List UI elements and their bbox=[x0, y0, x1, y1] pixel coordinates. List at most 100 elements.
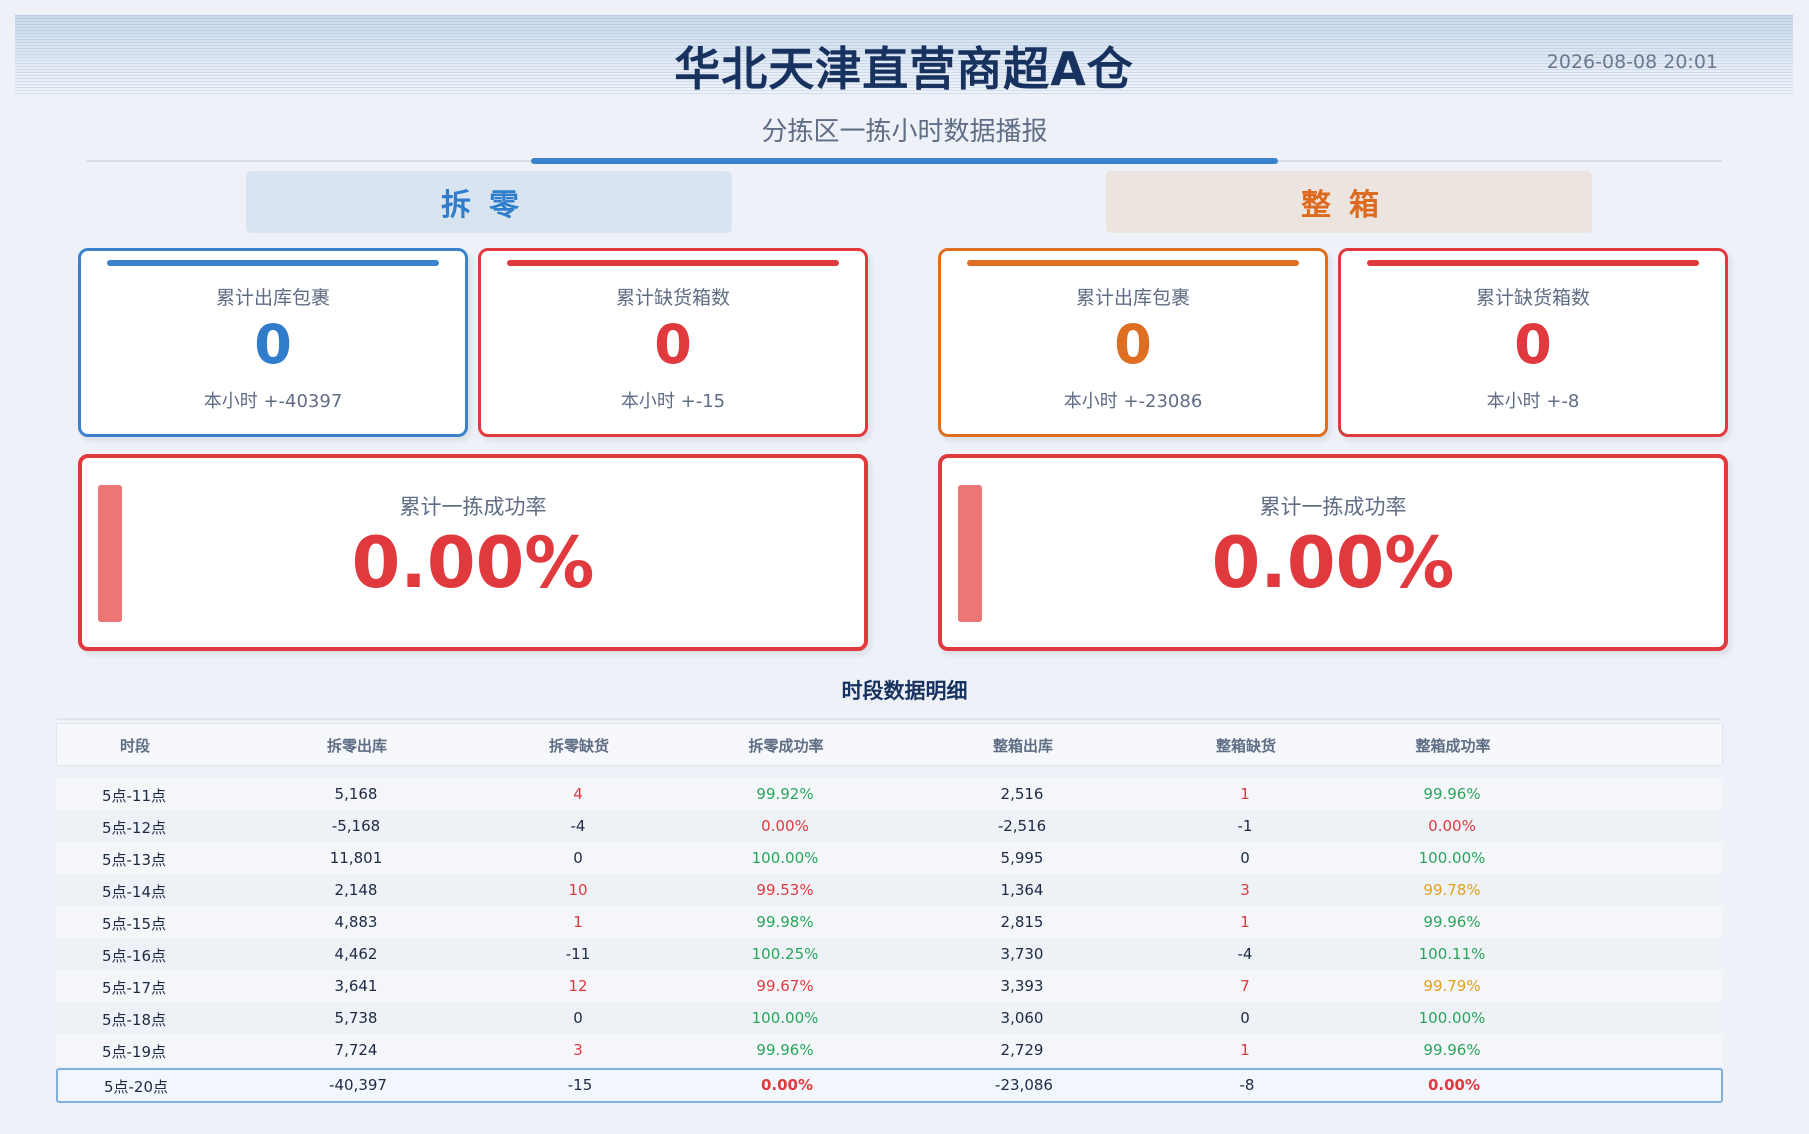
table-row: 5点-18点 5,738 0 100.00% 3,060 0 100.00% bbox=[56, 1002, 1723, 1034]
cell-chailing-shortage: 4 bbox=[573, 785, 583, 803]
cell-zhengxiang-outbound: 3,730 bbox=[1000, 945, 1044, 963]
cell-zhengxiang-shortage: -8 bbox=[1239, 1076, 1255, 1094]
table-divider bbox=[57, 718, 1721, 720]
cell-chailing-shortage: 0 bbox=[573, 1009, 583, 1027]
card-value: 0 bbox=[654, 313, 692, 376]
cell-chailing-shortage: 10 bbox=[568, 881, 588, 899]
cell-zhengxiang-rate: 100.00% bbox=[1418, 849, 1486, 867]
card-delta: 本小时 +-15 bbox=[620, 391, 726, 412]
card-delta: 本小时 +-8 bbox=[1486, 391, 1580, 412]
card-chailing-outbound: 累计出库包裹 0 本小时 +-40397 bbox=[78, 248, 468, 437]
table-row: 5点-19点 7,724 3 99.96% 2,729 1 99.96% bbox=[56, 1034, 1723, 1066]
cell-period: 5点-17点 bbox=[101, 979, 167, 997]
table-row: 5点-11点 5,168 4 99.92% 2,516 1 99.96% bbox=[56, 778, 1723, 810]
cell-chailing-shortage: 12 bbox=[568, 977, 588, 995]
cell-zhengxiang-rate: 99.96% bbox=[1423, 913, 1481, 931]
column-header: 整箱缺货 bbox=[1215, 737, 1277, 755]
card-zhengxiang-shortage: 累计缺货箱数 0 本小时 +-8 bbox=[1338, 248, 1728, 437]
cell-chailing-shortage: 3 bbox=[573, 1041, 583, 1059]
cell-chailing-rate: 100.00% bbox=[751, 849, 819, 867]
cell-zhengxiang-shortage: 0 bbox=[1240, 849, 1250, 867]
table-row: 5点-17点 3,641 12 99.67% 3,393 7 99.79% bbox=[56, 970, 1723, 1002]
cell-chailing-shortage: 1 bbox=[573, 913, 583, 931]
cell-zhengxiang-outbound: 2,815 bbox=[1000, 913, 1044, 931]
cell-chailing-rate: 99.92% bbox=[756, 785, 814, 803]
cell-period: 5点-18点 bbox=[101, 1011, 167, 1029]
cell-chailing-shortage: -4 bbox=[570, 817, 586, 835]
column-header: 拆零缺货 bbox=[548, 737, 610, 755]
cell-chailing-shortage: -11 bbox=[565, 945, 591, 963]
cell-zhengxiang-rate: 99.96% bbox=[1423, 1041, 1481, 1059]
table-row: 5点-16点 4,462 -11 100.25% 3,730 -4 100.11… bbox=[56, 938, 1723, 970]
cell-zhengxiang-shortage: 3 bbox=[1240, 881, 1250, 899]
card-label: 累计缺货箱数 bbox=[1475, 287, 1590, 309]
cell-zhengxiang-rate: 0.00% bbox=[1427, 1076, 1481, 1094]
cell-chailing-rate: 99.53% bbox=[756, 881, 814, 899]
card-value: 0 bbox=[254, 313, 292, 376]
header-banner: 华北天津直营商超A仓 2026-08-08 20:01 bbox=[15, 15, 1793, 96]
cell-zhengxiang-rate: 99.78% bbox=[1423, 881, 1481, 899]
cell-zhengxiang-rate: 99.79% bbox=[1423, 977, 1481, 995]
card-label: 累计出库包裹 bbox=[215, 287, 330, 309]
column-header: 时段 bbox=[119, 737, 151, 755]
card-zhengxiang-outbound: 累计出库包裹 0 本小时 +-23086 bbox=[938, 248, 1328, 437]
cell-chailing-rate: 99.96% bbox=[756, 1041, 814, 1059]
column-header: 整箱成功率 bbox=[1415, 737, 1491, 755]
cell-period: 5点-20点 bbox=[103, 1078, 169, 1096]
timestamp: 2026-08-08 20:01 bbox=[1546, 51, 1718, 73]
section-label-chailing: 拆零 bbox=[246, 171, 732, 233]
cell-zhengxiang-shortage: 1 bbox=[1240, 1041, 1250, 1059]
cell-zhengxiang-shortage: 1 bbox=[1240, 913, 1250, 931]
cell-chailing-rate: 0.00% bbox=[760, 1076, 814, 1094]
column-header: 拆零出库 bbox=[326, 737, 388, 755]
table-row: 5点-15点 4,883 1 99.98% 2,815 1 99.96% bbox=[56, 906, 1723, 938]
cell-zhengxiang-outbound: -23,086 bbox=[995, 1076, 1053, 1094]
cell-chailing-rate: 100.00% bbox=[751, 1009, 819, 1027]
cell-chailing-outbound: 5,738 bbox=[334, 1009, 378, 1027]
cell-chailing-rate: 99.98% bbox=[756, 913, 814, 931]
card-chailing-shortage: 累计缺货箱数 0 本小时 +-15 bbox=[478, 248, 868, 437]
header-divider-accent bbox=[531, 158, 1278, 164]
cell-zhengxiang-shortage: 0 bbox=[1240, 1009, 1250, 1027]
cell-chailing-shortage: -15 bbox=[567, 1076, 593, 1094]
cell-zhengxiang-rate: 100.11% bbox=[1418, 945, 1486, 963]
cell-period: 5点-11点 bbox=[101, 787, 167, 805]
cell-zhengxiang-rate: 0.00% bbox=[1428, 817, 1476, 835]
table-row-current: 5点-20点 -40,397 -15 0.00% -23,086 -8 0.00… bbox=[56, 1068, 1723, 1103]
cell-chailing-rate: 100.25% bbox=[751, 945, 819, 963]
column-header: 拆零成功率 bbox=[748, 737, 824, 755]
cell-chailing-outbound: 11,801 bbox=[329, 849, 383, 867]
cell-chailing-outbound: 2,148 bbox=[334, 881, 378, 899]
rate-panel-chailing: 累计一拣成功率 0.00% bbox=[78, 454, 868, 651]
card-accent-bar bbox=[107, 260, 439, 266]
table-row: 5点-14点 2,148 10 99.53% 1,364 3 99.78% bbox=[56, 874, 1723, 906]
rate-panel-zhengxiang: 累计一拣成功率 0.00% bbox=[938, 454, 1728, 651]
page-subtitle: 分拣区一拣小时数据播报 bbox=[761, 117, 1048, 147]
cell-chailing-outbound: 3,641 bbox=[334, 977, 378, 995]
cell-zhengxiang-shortage: -1 bbox=[1237, 817, 1253, 835]
cell-chailing-rate: 0.00% bbox=[761, 817, 809, 835]
column-header: 整箱出库 bbox=[992, 737, 1054, 755]
card-accent-bar bbox=[507, 260, 839, 266]
cell-period: 5点-16点 bbox=[101, 947, 167, 965]
section-label-zhengxiang: 整箱 bbox=[1106, 171, 1592, 233]
cell-period: 5点-19点 bbox=[101, 1043, 167, 1061]
cell-zhengxiang-outbound: 5,995 bbox=[1000, 849, 1044, 867]
cell-chailing-outbound: 4,462 bbox=[334, 945, 378, 963]
cell-period: 5点-13点 bbox=[101, 851, 167, 869]
table-title: 时段数据明细 bbox=[841, 679, 968, 703]
rate-value: 0.00% bbox=[1211, 522, 1455, 604]
page-title: 华北天津直营商超A仓 bbox=[674, 42, 1134, 96]
cell-period: 5点-14点 bbox=[101, 883, 167, 901]
cell-zhengxiang-outbound: 2,729 bbox=[1000, 1041, 1044, 1059]
cell-chailing-outbound: 7,724 bbox=[334, 1041, 378, 1059]
rate-value: 0.00% bbox=[351, 522, 595, 604]
card-accent-bar bbox=[1367, 260, 1699, 266]
cell-period: 5点-15点 bbox=[101, 915, 167, 933]
cell-period: 5点-12点 bbox=[101, 819, 167, 837]
cell-chailing-shortage: 0 bbox=[573, 849, 583, 867]
cell-chailing-outbound: -5,168 bbox=[331, 817, 381, 835]
table-header: 时段 拆零出库 拆零缺货 拆零成功率 整箱出库 整箱缺货 整箱成功率 bbox=[56, 723, 1723, 766]
cell-zhengxiang-rate: 99.96% bbox=[1423, 785, 1481, 803]
rate-label: 累计一拣成功率 bbox=[1259, 495, 1407, 519]
